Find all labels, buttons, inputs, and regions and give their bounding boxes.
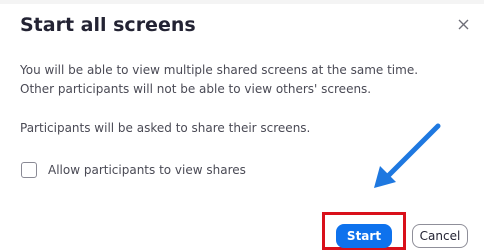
dialog-message-line-2: Other participants will not be able to v… xyxy=(20,82,372,96)
arrow-icon xyxy=(374,123,441,188)
close-icon xyxy=(458,19,469,30)
start-button[interactable]: Start xyxy=(336,224,392,248)
dialog-message-line-1: You will be able to view multiple shared… xyxy=(20,63,419,77)
cancel-button[interactable]: Cancel xyxy=(412,224,468,248)
allow-view-shares-checkbox[interactable] xyxy=(21,162,37,178)
allow-view-shares-option[interactable]: Allow participants to view shares xyxy=(21,162,246,178)
start-all-screens-dialog: Start all screens You will be able to vi… xyxy=(0,0,484,252)
allow-view-shares-label: Allow participants to view shares xyxy=(48,163,246,177)
dialog-title: Start all screens xyxy=(20,14,196,36)
close-button[interactable] xyxy=(455,16,473,34)
dialog-message-line-3: Participants will be asked to share thei… xyxy=(20,121,311,135)
